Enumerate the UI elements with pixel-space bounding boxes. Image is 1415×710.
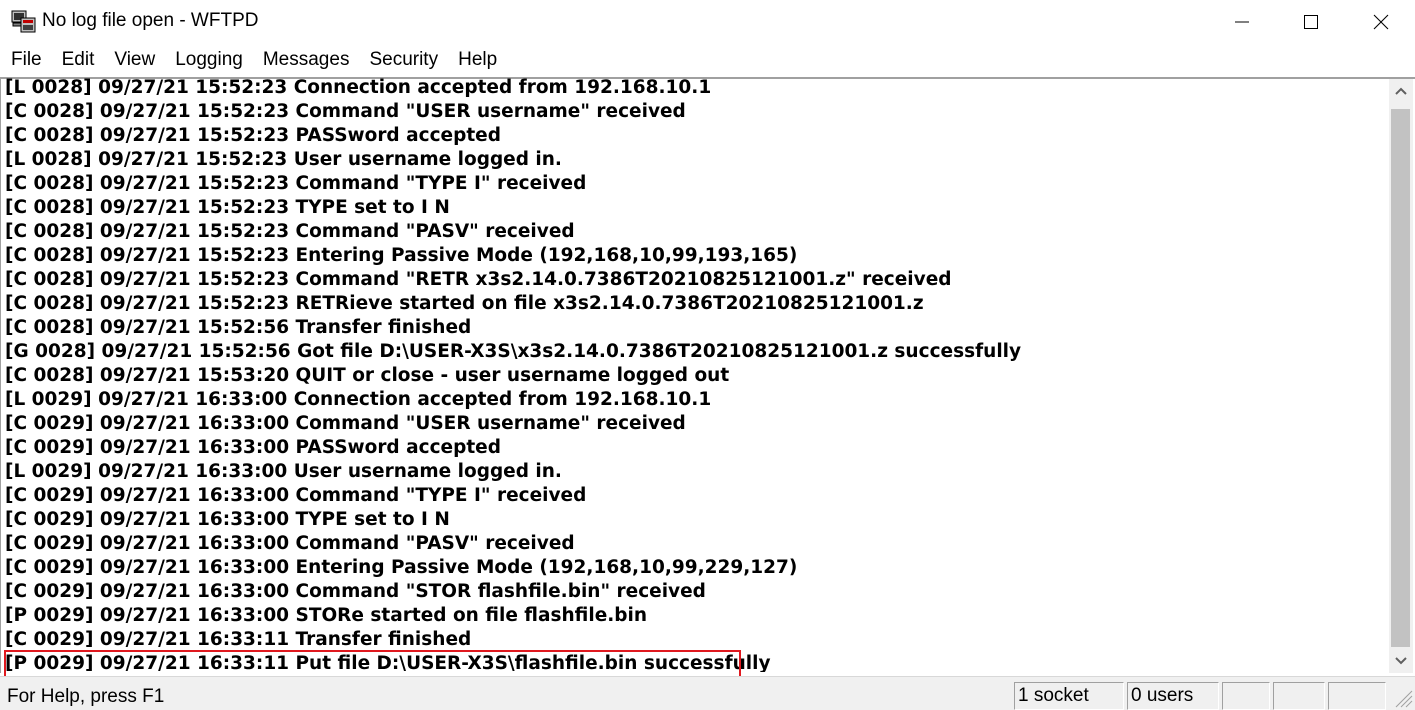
log-line: [P 0029] 09/27/21 16:33:00 STORe started…	[5, 605, 648, 626]
close-button[interactable]	[1346, 0, 1415, 44]
log-line: [C 0029] 09/27/21 16:33:00 Command "TYPE…	[5, 485, 587, 506]
status-pane-empty	[1328, 682, 1386, 710]
minimize-button[interactable]	[1207, 0, 1277, 44]
log-line: [C 0029] 09/27/21 16:33:00 Command "PASV…	[5, 533, 575, 554]
close-icon	[1373, 14, 1389, 30]
maximize-button[interactable]	[1276, 0, 1346, 44]
log-line: [C 0029] 09/27/21 16:33:00 TYPE set to I…	[5, 509, 450, 530]
vertical-scrollbar[interactable]	[1389, 79, 1413, 673]
status-bar: For Help, press F1 1 socket 0 users	[0, 676, 1415, 710]
menu-bar: File Edit View Logging Messages Security…	[0, 44, 1415, 76]
status-pane-empty	[1273, 682, 1325, 710]
log-line: [C 0028] 09/27/21 15:52:23 Command "TYPE…	[5, 173, 587, 194]
status-users: 0 users	[1127, 682, 1219, 710]
scroll-thumb[interactable]	[1391, 109, 1410, 647]
scroll-down-button[interactable]	[1389, 649, 1413, 673]
status-pane-empty	[1222, 682, 1270, 710]
resize-grip-icon[interactable]	[1393, 688, 1413, 708]
chevron-down-icon	[1395, 657, 1407, 665]
maximize-icon	[1304, 15, 1318, 29]
menu-edit[interactable]: Edit	[52, 44, 105, 76]
log-line: [C 0028] 09/27/21 15:52:56 Transfer fini…	[5, 317, 472, 338]
menu-security[interactable]: Security	[359, 44, 448, 76]
menu-view[interactable]: View	[104, 44, 165, 76]
log-line: [C 0028] 09/27/21 15:52:23 RETRieve star…	[5, 293, 924, 314]
log-line: [L 0029] 09/27/21 16:33:00 User username…	[5, 461, 562, 482]
log-line: [G 0028] 09/27/21 15:52:56 Got file D:\U…	[5, 341, 1022, 362]
minimize-icon	[1235, 21, 1249, 23]
log-line: [C 0028] 09/27/21 15:53:20 QUIT or close…	[5, 365, 730, 386]
status-help-text: For Help, press F1	[7, 686, 165, 707]
log-line: [C 0029] 09/27/21 16:33:00 Command "STOR…	[5, 581, 706, 602]
log-line: [C 0029] 09/27/21 16:33:00 PASSword acce…	[5, 437, 501, 458]
log-line: [C 0028] 09/27/21 15:52:23 Entering Pass…	[5, 245, 798, 266]
log-line: [C 0029] 09/27/21 16:33:11 Transfer fini…	[5, 629, 472, 650]
chevron-up-icon	[1395, 87, 1407, 95]
log-line: [C 0028] 09/27/21 15:52:23 PASSword acce…	[5, 125, 501, 146]
window-title: No log file open - WFTPD	[42, 10, 259, 31]
menu-logging[interactable]: Logging	[165, 44, 253, 76]
log-line-highlighted: [P 0029] 09/27/21 16:33:11 Put file D:\U…	[5, 653, 771, 672]
log-line: [C 0029] 09/27/21 16:33:00 Entering Pass…	[5, 557, 798, 578]
menu-messages[interactable]: Messages	[253, 44, 360, 76]
log-line: [C 0028] 09/27/21 15:52:23 Command "RETR…	[5, 269, 952, 290]
log-line: [C 0028] 09/27/21 15:52:23 TYPE set to I…	[5, 197, 450, 218]
log-line: [L 0028] 09/27/21 15:52:23 User username…	[5, 149, 562, 170]
menu-file[interactable]: File	[1, 44, 52, 76]
log-lines: [L 0028] 09/27/21 15:52:23 Connection ac…	[5, 76, 1385, 672]
log-view[interactable]: [L 0028] 09/27/21 15:52:23 Connection ac…	[0, 76, 1415, 682]
scroll-up-button[interactable]	[1389, 79, 1413, 103]
wftpd-app-icon[interactable]	[11, 9, 37, 35]
log-line: [C 0028] 09/27/21 15:52:23 Command "PASV…	[5, 221, 575, 242]
log-line: [L 0029] 09/27/21 16:33:00 Connection ac…	[5, 389, 712, 410]
menu-help[interactable]: Help	[448, 44, 507, 76]
log-line: [L 0028] 09/27/21 15:52:23 Connection ac…	[5, 77, 712, 98]
status-sockets: 1 socket	[1014, 682, 1124, 710]
log-line: [C 0029] 09/27/21 16:33:00 Command "USER…	[5, 413, 686, 434]
title-bar: No log file open - WFTPD	[0, 0, 1415, 44]
log-line: [C 0028] 09/27/21 15:52:23 Command "USER…	[5, 101, 686, 122]
